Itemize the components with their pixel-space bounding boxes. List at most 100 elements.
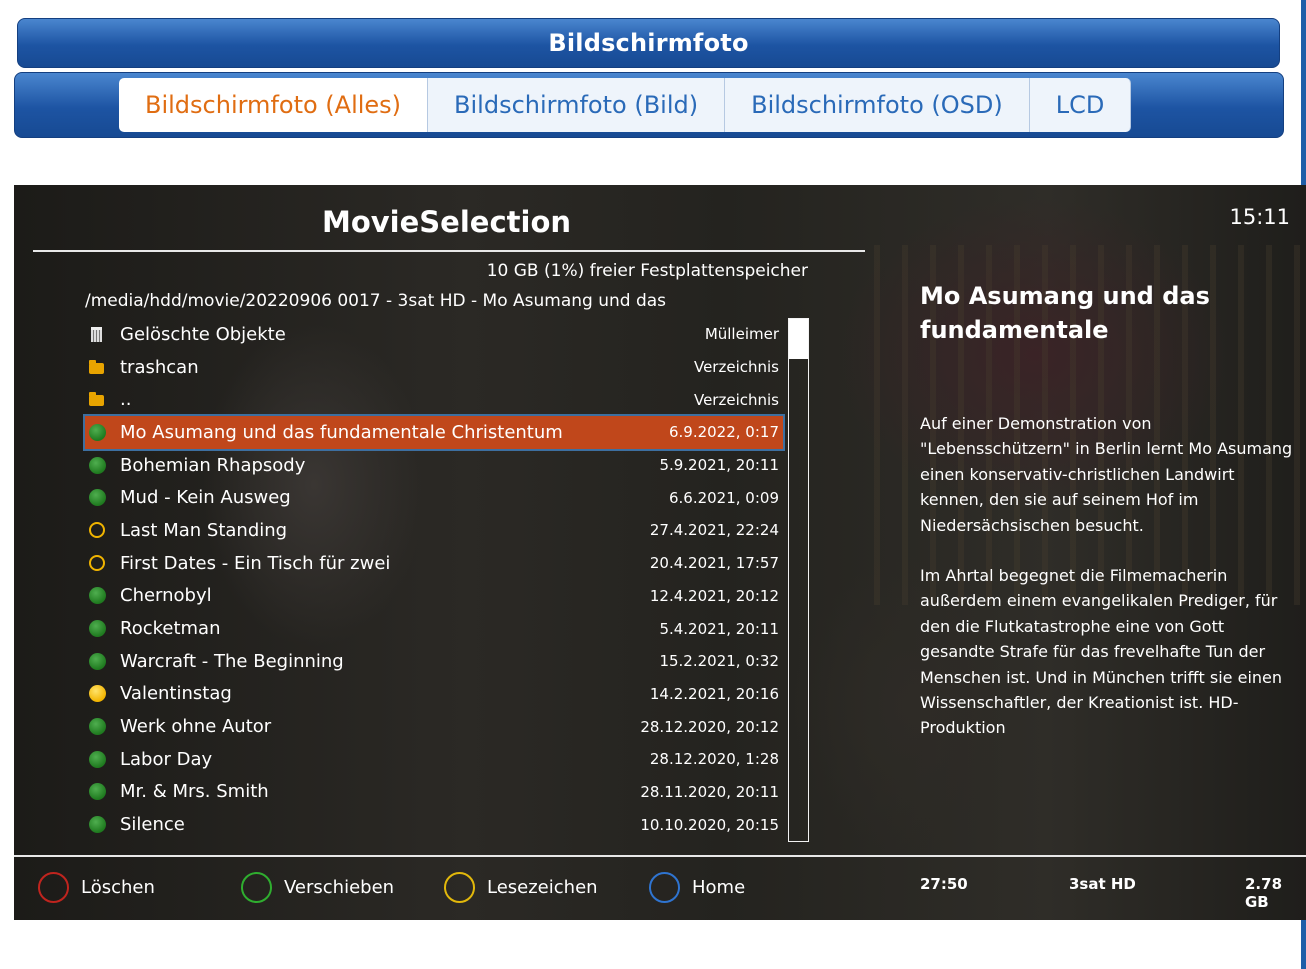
green-dot-icon-shape (89, 423, 106, 441)
current-path: /media/hdd/movie/20220906 0017 - 3sat HD… (85, 291, 667, 311)
green-dot-icon-shape (89, 783, 106, 801)
scrollbar[interactable] (788, 318, 809, 842)
free-space-label: 10 GB (1%) freier Festplattenspeicher (486, 261, 808, 281)
list-item[interactable]: Last Man Standing 27.4.2021, 22:24 (85, 514, 783, 547)
delete-button-label: Löschen (81, 877, 155, 898)
item-info: 27.4.2021, 22:24 (649, 521, 779, 540)
list-item[interactable]: .. Verzeichnis (85, 383, 783, 416)
yellow-dot-icon-shape (89, 685, 106, 703)
item-name: Bohemian Rhapsody (120, 454, 306, 476)
green-dot-icon-shape (89, 456, 106, 474)
item-info: 5.4.2021, 20:11 (659, 619, 779, 638)
green-dot-icon-shape (89, 750, 106, 768)
item-info: 14.2.2021, 20:16 (649, 684, 779, 703)
folder-icon-shape (89, 359, 104, 374)
blue-circle-icon (649, 872, 680, 903)
item-name: Mud - Kein Ausweg (120, 487, 291, 509)
yellow-ring-icon-shape (89, 522, 105, 539)
home-button[interactable]: Home (649, 872, 745, 903)
tab-screenshot-all[interactable]: Bildschirmfoto (Alles) (119, 78, 429, 132)
bookmarks-button[interactable]: Lesezeichen (444, 872, 598, 903)
green-dot-icon (89, 620, 111, 638)
list-item[interactable]: Gelöschte Objekte Mülleimer (85, 318, 783, 351)
green-dot-icon (89, 750, 111, 768)
item-name: Werk ohne Autor (120, 716, 272, 738)
item-name: Labor Day (120, 748, 213, 770)
scrollbar-thumb[interactable] (789, 319, 808, 359)
yellow-ring-icon (89, 522, 111, 539)
page: Bildschirmfoto Bildschirmfoto (Alles) Bi… (0, 0, 1306, 969)
item-name: Last Man Standing (120, 519, 288, 541)
duration-label: 27:50 (920, 875, 968, 893)
tab-bar: Bildschirmfoto (Alles) Bildschirmfoto (B… (14, 72, 1284, 138)
folder-icon (89, 392, 111, 407)
item-info: 12.4.2021, 20:12 (649, 586, 779, 605)
yellow-circle-icon (444, 872, 475, 903)
bottom-divider (14, 855, 1306, 857)
description-text: Auf einer Demonstration von "Lebensschüt… (920, 411, 1295, 741)
item-name: .. (120, 389, 132, 411)
tabs: Bildschirmfoto (Alles) Bildschirmfoto (B… (119, 78, 1132, 132)
trash-icon (89, 326, 111, 342)
item-name: Gelöschte Objekte (120, 323, 286, 345)
item-info: 28.12.2020, 1:28 (649, 750, 779, 769)
item-name: First Dates - Ein Tisch für zwei (120, 552, 391, 574)
item-name: trashcan (120, 356, 199, 378)
green-dot-icon-shape (89, 652, 106, 670)
trash-icon-shape (91, 326, 102, 342)
movie-row-selected[interactable]: Mo Asumang und das fundamentale Christen… (83, 414, 785, 451)
delete-button[interactable]: Löschen (38, 872, 155, 903)
list-item[interactable]: trashcan Verzeichnis (85, 351, 783, 384)
item-info: 15.2.2021, 0:32 (659, 652, 779, 671)
green-dot-icon (89, 587, 111, 605)
green-dot-icon (89, 783, 111, 801)
green-dot-icon (89, 489, 111, 507)
home-button-label: Home (692, 877, 746, 898)
list-item[interactable]: Labor Day 28.12.2020, 1:28 (85, 743, 783, 776)
channel-label: 3sat HD (1069, 875, 1136, 893)
item-info: 5.9.2021, 20:11 (659, 456, 779, 475)
item-name: Rocketman (120, 618, 221, 640)
yellow-dot-icon (89, 685, 111, 703)
title-divider (33, 250, 865, 252)
tab-lcd[interactable]: LCD (1029, 78, 1132, 132)
green-dot-icon (89, 652, 111, 670)
move-button[interactable]: Verschieben (241, 872, 394, 903)
item-info: Verzeichnis (693, 358, 779, 377)
list-item[interactable]: Valentinstag 14.2.2021, 20:16 (85, 678, 783, 711)
list-item[interactable]: First Dates - Ein Tisch für zwei 20.4.202… (85, 547, 783, 580)
list-item[interactable]: Bohemian Rhapsody 5.9.2021, 20:11 (85, 449, 783, 482)
movie-list: Gelöschte Objekte Mülleimer trashcan Verzei… (83, 318, 785, 841)
item-name: Warcraft - The Beginning (120, 650, 344, 672)
list-item[interactable]: Silence 10.10.2020, 20:15 (85, 808, 783, 841)
list-item[interactable]: Rocketman 5.4.2021, 20:11 (85, 612, 783, 645)
clock: 15:11 (1229, 205, 1290, 229)
description-paragraph: Auf einer Demonstration von "Lebensschüt… (920, 414, 1293, 535)
green-dot-icon-shape (89, 587, 106, 605)
bookmarks-button-label: Lesezeichen (487, 877, 598, 898)
green-dot-icon-shape (89, 620, 106, 638)
yellow-ring-icon (89, 555, 111, 572)
tab-screenshot-osd[interactable]: Bildschirmfoto (OSD) (725, 78, 1030, 132)
list-item[interactable]: Werk ohne Autor 28.12.2020, 20:12 (85, 710, 783, 743)
item-name: Mo Asumang und das fundamentale Christen… (120, 421, 563, 443)
file-size-label: 2.78 GB (1245, 875, 1283, 911)
description-paragraph: Im Ahrtal begegnet die Filmemacherin auß… (920, 566, 1283, 738)
move-button-label: Verschieben (284, 877, 395, 898)
green-circle-icon (241, 872, 272, 903)
window-titlebar: Bildschirmfoto (17, 18, 1280, 68)
list-item[interactable]: Chernobyl 12.4.2021, 20:12 (85, 580, 783, 613)
list-item[interactable]: Mr. & Mrs. Smith 28.11.2020, 20:11 (85, 776, 783, 809)
list-item[interactable]: Mud - Kein Ausweg 6.6.2021, 0:09 (85, 481, 783, 514)
folder-icon (89, 359, 111, 374)
yellow-ring-icon-shape (89, 555, 105, 572)
item-info: Mülleimer (704, 325, 779, 344)
green-dot-icon (89, 718, 111, 736)
item-info: Verzeichnis (693, 390, 779, 409)
green-dot-icon (89, 456, 111, 474)
description-title: Mo Asumang und das fundamentale (920, 282, 1210, 344)
tab-screenshot-picture[interactable]: Bildschirmfoto (Bild) (428, 78, 726, 132)
green-dot-icon (89, 816, 111, 834)
list-item[interactable]: Warcraft - The Beginning 15.2.2021, 0:32 (85, 645, 783, 678)
item-info: 28.11.2020, 20:11 (640, 782, 779, 801)
